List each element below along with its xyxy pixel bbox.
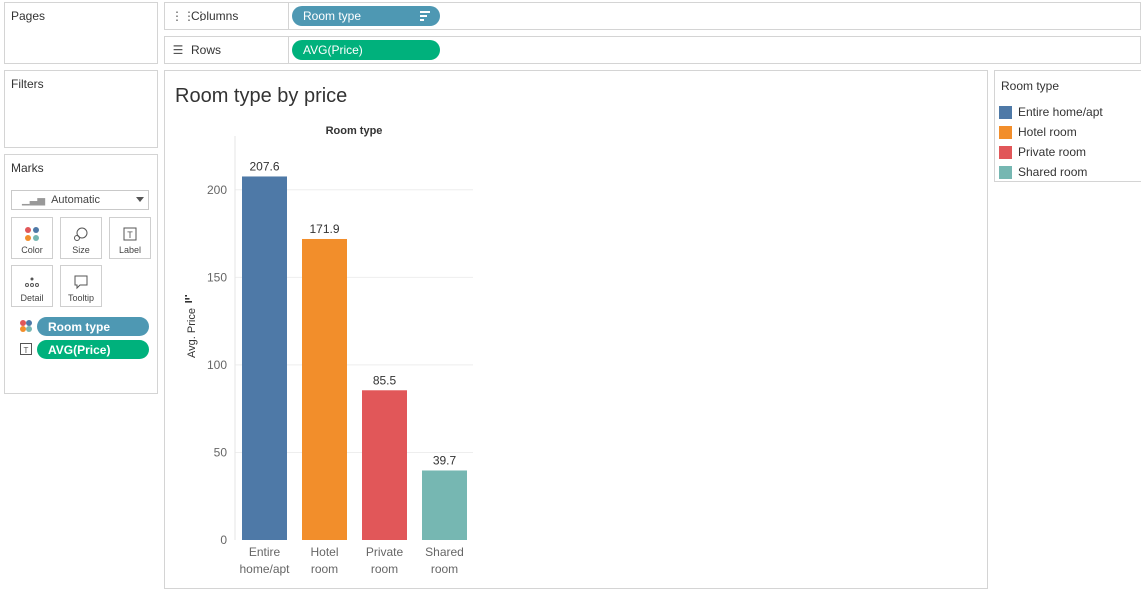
mark-type-value: Automatic <box>51 194 100 206</box>
legend-swatch <box>999 125 1012 139</box>
legend-label: Hotel room <box>1018 125 1077 139</box>
x-tick-label: Hotel <box>310 545 338 559</box>
size-button[interactable]: Size <box>60 217 102 259</box>
rows-shelf[interactable]: ☰ Rows AVG(Price) <box>164 36 1141 64</box>
label-button[interactable]: T Label <box>109 217 151 259</box>
legend-swatch <box>999 145 1012 159</box>
columns-label-area: ⋮⋮⋮ Columns <box>165 3 289 29</box>
color-icon <box>19 319 33 333</box>
legend-item[interactable]: Private room <box>999 144 1086 160</box>
tooltip-button-label: Tooltip <box>67 293 94 303</box>
sort-icon <box>185 295 192 303</box>
columns-shelf[interactable]: ⋮⋮⋮ Columns Room type <box>164 2 1141 30</box>
bar[interactable] <box>302 238 347 540</box>
chevron-down-icon <box>136 197 144 202</box>
bar-value-label: 39.7 <box>433 453 457 467</box>
label-icon: T <box>19 342 33 356</box>
x-axis-title: Room type <box>326 125 383 137</box>
legend-swatch <box>999 105 1012 119</box>
legend-item[interactable]: Shared room <box>999 164 1087 180</box>
detail-button-label: Detail <box>20 293 44 303</box>
columns-label: Columns <box>191 9 239 23</box>
y-tick-label: 50 <box>214 445 228 459</box>
avg-price-pill[interactable]: AVG(Price) <box>37 340 149 359</box>
color-icon <box>12 223 52 245</box>
color-field-card[interactable]: Room type <box>19 317 149 336</box>
rows-avg-price-pill[interactable]: AVG(Price) <box>292 40 440 60</box>
legend-item[interactable]: Hotel room <box>999 124 1077 140</box>
color-button-label: Color <box>21 245 43 255</box>
svg-text:T: T <box>24 346 29 355</box>
rows-pill-label: AVG(Price) <box>303 43 363 57</box>
detail-button[interactable]: Detail <box>11 265 53 307</box>
bar-value-label: 85.5 <box>373 373 397 387</box>
size-button-label: Size <box>72 245 90 255</box>
rows-label: Rows <box>191 43 222 57</box>
bar[interactable] <box>242 176 287 540</box>
tooltip-button[interactable]: Tooltip <box>60 265 102 307</box>
y-tick-label: 200 <box>207 183 227 197</box>
legend-swatch <box>999 165 1012 179</box>
columns-room-type-pill[interactable]: Room type <box>292 6 440 26</box>
marks-panel: Marks ▁▃▅ Automatic Color Size T Label D… <box>4 154 158 394</box>
legend-item[interactable]: Entire home/apt <box>999 104 1103 120</box>
columns-icon: ⋮⋮⋮ <box>171 9 207 23</box>
legend-label: Entire home/apt <box>1018 105 1103 119</box>
detail-icon <box>12 271 52 293</box>
label-button-label: Label <box>118 245 142 255</box>
bar-value-label: 171.9 <box>309 222 339 236</box>
svg-text:T: T <box>127 230 133 240</box>
chart-view: Room type by price 0 50 100 150 200 Room type… <box>164 70 988 589</box>
room-type-pill[interactable]: Room type <box>37 317 149 336</box>
label-icon: T <box>110 223 150 245</box>
filters-panel[interactable]: Filters <box>4 70 158 148</box>
bar-value-label: 207.6 <box>249 159 279 173</box>
y-tick-label: 0 <box>220 533 227 547</box>
columns-pill-label: Room type <box>303 9 362 23</box>
sort-icon[interactable] <box>419 10 431 22</box>
legend-label: Shared room <box>1018 165 1088 179</box>
marks-title: Marks <box>11 161 44 175</box>
label-field-card[interactable]: T AVG(Price) <box>19 340 149 359</box>
legend-label: Private room <box>1018 145 1087 159</box>
tooltip-icon <box>61 271 101 293</box>
size-icon <box>61 223 101 245</box>
bar-chart[interactable]: 0 50 100 150 200 Room type Avg. Price 207.6 Enti… <box>165 71 987 588</box>
bar-chart-icon: ▁▃▅ <box>22 194 46 206</box>
rows-icon: ☰ <box>172 43 184 57</box>
x-tick-label: room <box>431 562 458 576</box>
filters-title: Filters <box>11 77 44 91</box>
x-tick-label: Entire <box>249 545 281 559</box>
x-tick-label: Private <box>366 545 404 559</box>
y-tick-label: 100 <box>207 358 227 372</box>
mark-type-dropdown[interactable]: ▁▃▅ Automatic <box>11 190 149 210</box>
x-tick-label: room <box>311 562 338 576</box>
x-tick-label: home/apt <box>239 562 290 576</box>
bar[interactable] <box>362 390 407 540</box>
legend-panel: Room type Entire home/apt Hotel room Priva… <box>994 70 1141 182</box>
bar[interactable] <box>422 470 467 540</box>
rows-label-area: ☰ Rows <box>165 37 289 63</box>
x-tick-label: room <box>371 562 398 576</box>
pages-panel[interactable]: Pages <box>4 2 158 64</box>
color-button[interactable]: Color <box>11 217 53 259</box>
legend-title: Room type <box>1001 79 1060 93</box>
pages-title: Pages <box>11 9 46 23</box>
x-tick-label: Shared <box>425 545 464 559</box>
y-tick-label: 150 <box>207 270 227 284</box>
y-axis-title: Avg. Price <box>186 308 198 358</box>
